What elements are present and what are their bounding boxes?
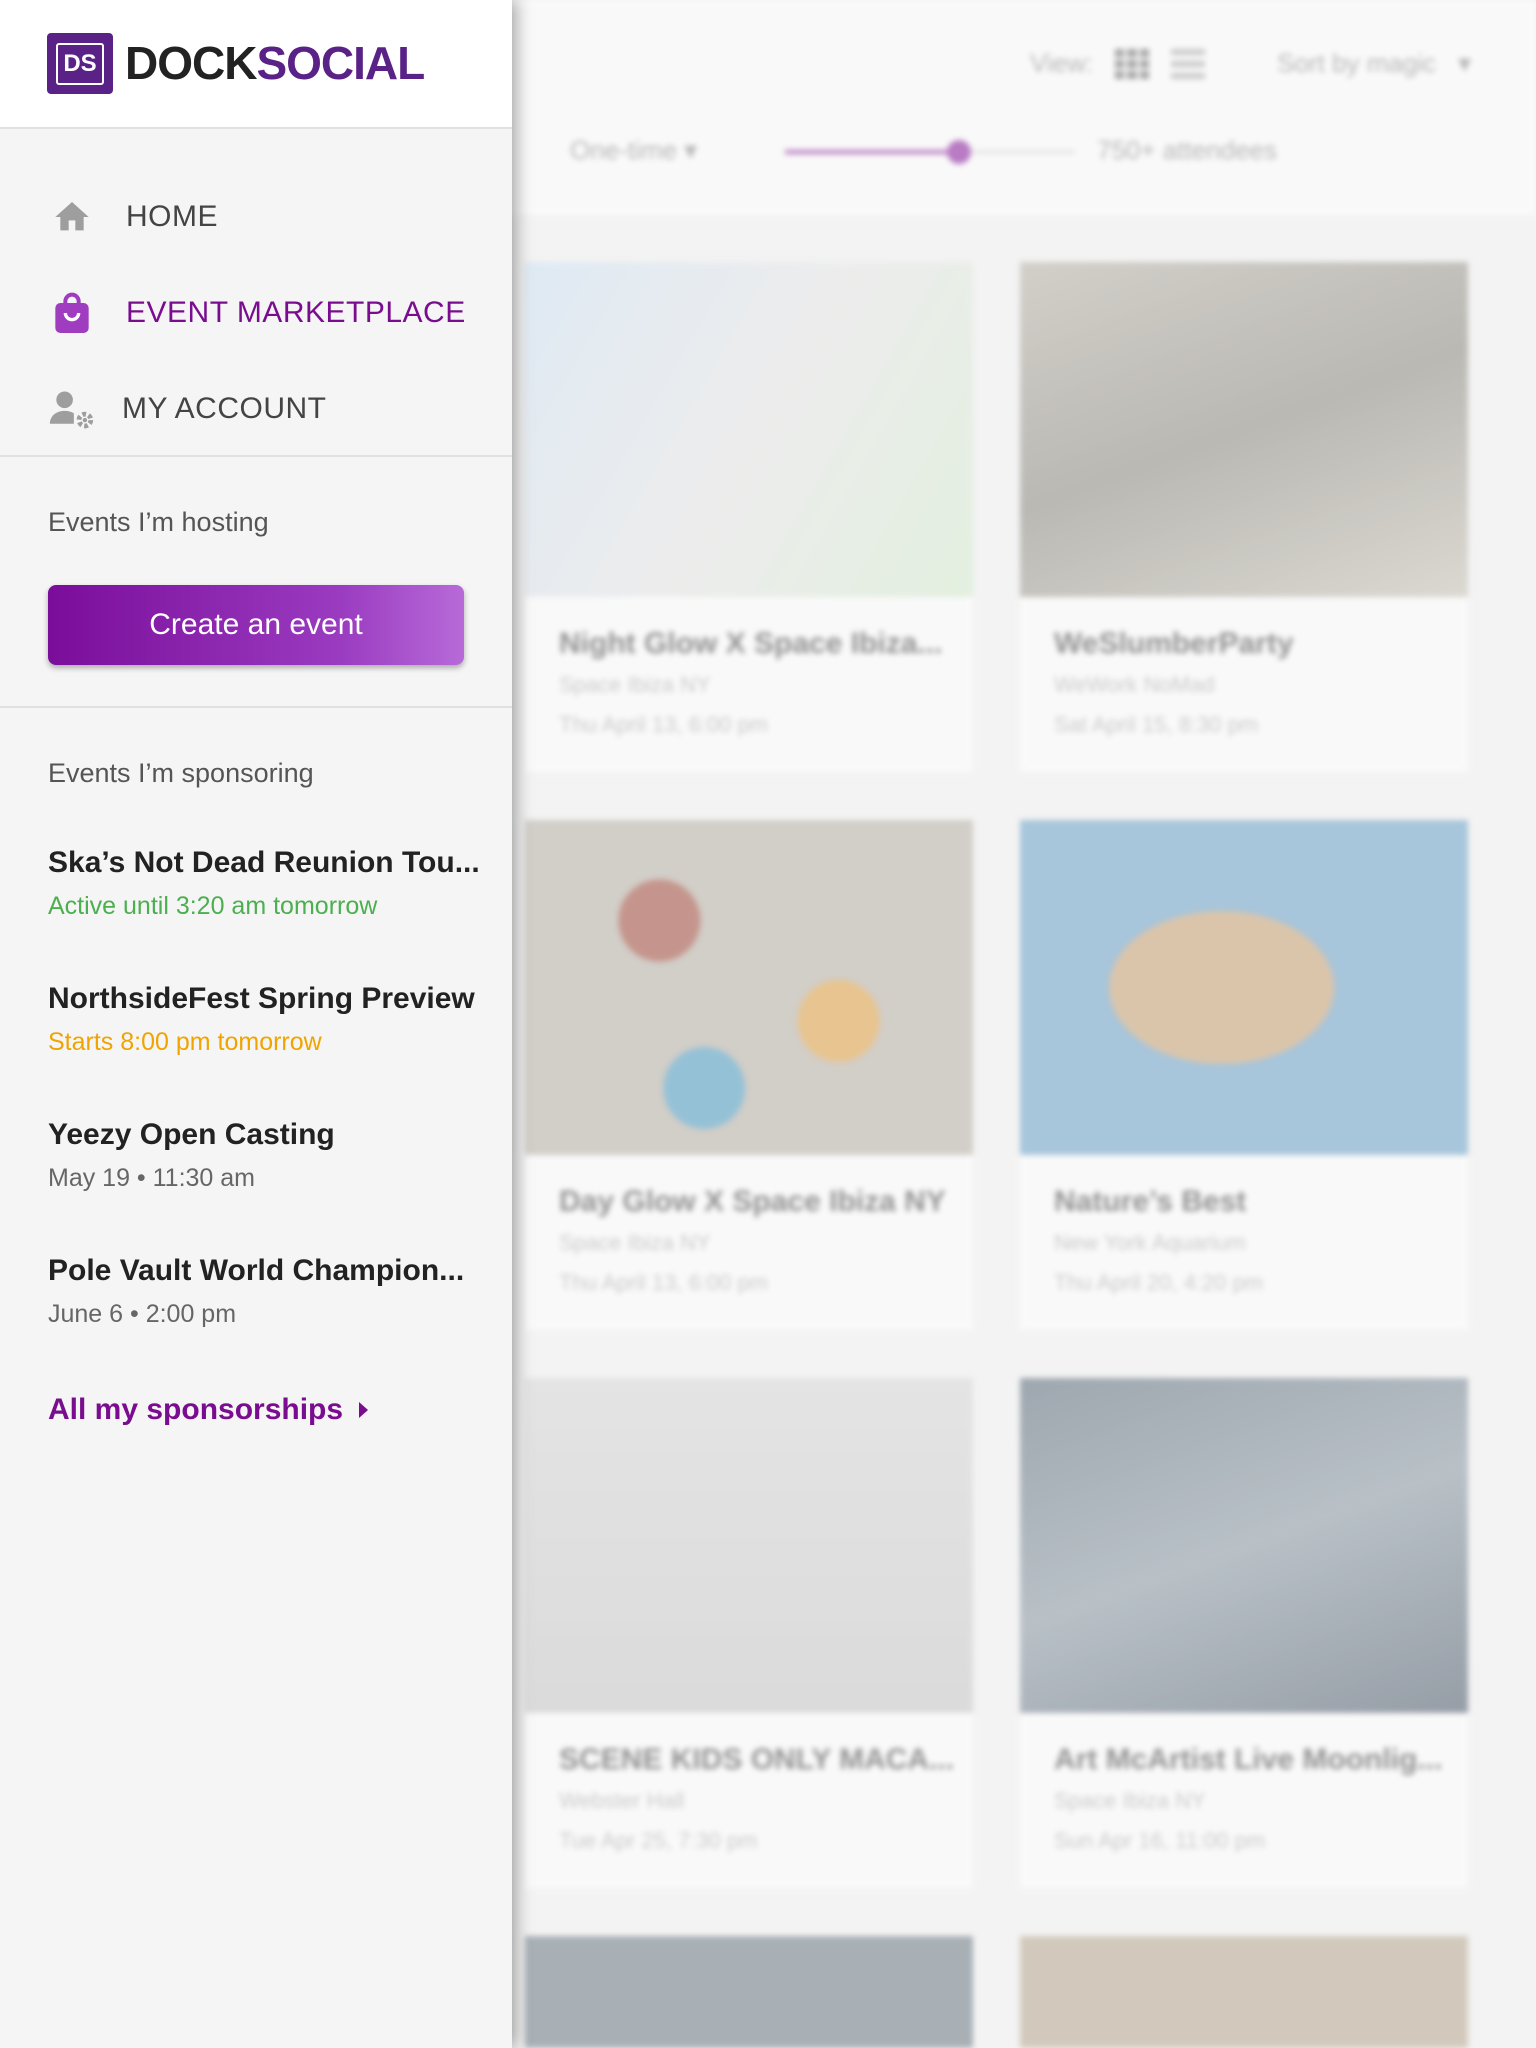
nav-item-home[interactable]: HOME bbox=[0, 169, 512, 265]
sponsored-event-item[interactable]: NorthsideFest Spring Preview Starts 8:00… bbox=[48, 982, 478, 1057]
map-image bbox=[525, 262, 973, 597]
sort-dropdown: Sort by magic bbox=[1277, 48, 1437, 78]
nav-item-my-account[interactable]: MY ACCOUNT bbox=[0, 361, 512, 457]
event-card bbox=[1020, 1936, 1468, 2048]
account-settings-icon bbox=[48, 385, 96, 433]
view-toggle: View: Sort by magic ▾ bbox=[1030, 48, 1471, 79]
attendees-slider bbox=[785, 140, 1075, 164]
nav-item-event-marketplace[interactable]: EVENT MARKETPLACE bbox=[0, 265, 512, 361]
frequency-filter-label: One-time bbox=[570, 135, 677, 165]
shopping-bag-icon bbox=[48, 289, 96, 337]
nav-item-label: MY ACCOUNT bbox=[122, 392, 327, 425]
sponsored-event-name: Pole Vault World Champion... bbox=[48, 1254, 465, 1287]
home-icon bbox=[48, 193, 96, 241]
card-title: SCENE KIDS ONLY MACA... bbox=[559, 1743, 955, 1776]
slider-knob bbox=[947, 140, 971, 164]
card-date: Thu April 20, 4:20 pm bbox=[1054, 1270, 1264, 1295]
slider-fill bbox=[785, 150, 959, 154]
card-venue: Space Ibiza NY bbox=[559, 672, 711, 697]
chevron-down-icon: ▾ bbox=[684, 135, 698, 165]
card-title: Art McArtist Live Moonlig... bbox=[1054, 1743, 1443, 1776]
event-card: Night Glow X Space Ibiza... Space Ibiza … bbox=[525, 262, 973, 772]
card-title: Nature’s Best bbox=[1054, 1185, 1247, 1218]
card-title: Day Glow X Space Ibiza NY bbox=[559, 1185, 946, 1218]
brand-name-social: SOCIAL bbox=[256, 37, 425, 89]
card-venue: WeWork NoMad bbox=[1054, 672, 1215, 697]
event-card: Nature’s Best New York Aquarium Thu Apri… bbox=[1020, 820, 1468, 1330]
sponsored-event-name: Ska’s Not Dead Reunion Tou... bbox=[48, 846, 478, 879]
create-event-button[interactable]: Create an event bbox=[48, 585, 464, 665]
sponsored-event-status: Active until 3:20 am tomorrow bbox=[48, 892, 378, 920]
hosting-section: Events I’m hosting Create an event bbox=[0, 457, 512, 708]
card-title: WeSlumberParty bbox=[1054, 627, 1294, 660]
event-card: Day Glow X Space Ibiza NY Space Ibiza NY… bbox=[525, 820, 973, 1330]
card-venue: Webster Hall bbox=[559, 1788, 685, 1813]
hosting-section-label: Events I’m hosting bbox=[48, 507, 269, 537]
logo-mark-text: DS bbox=[56, 42, 104, 85]
sponsored-event-status: Starts 8:00 pm tomorrow bbox=[48, 1028, 322, 1056]
chevron-right-icon bbox=[359, 1402, 369, 1418]
event-photo bbox=[1020, 262, 1468, 597]
event-photo bbox=[525, 1936, 973, 2048]
sponsored-event-item[interactable]: Yeezy Open Casting May 19 • 11:30 am bbox=[48, 1118, 478, 1193]
event-card: WeSlumberParty WeWork NoMad Sat April 15… bbox=[1020, 262, 1468, 772]
main-nav: HOME EVENT MARKETPLACE MY ACCOUNT bbox=[0, 129, 512, 457]
sponsored-event-name: NorthsideFest Spring Preview bbox=[48, 982, 475, 1015]
brand-name-dock: DOCK bbox=[125, 37, 257, 89]
sponsored-event-status: May 19 • 11:30 am bbox=[48, 1164, 256, 1192]
event-card bbox=[525, 1936, 973, 2048]
card-venue: Space Ibiza NY bbox=[559, 1230, 711, 1255]
brand-logo-text[interactable]: DOCKSOCIAL bbox=[125, 36, 425, 90]
card-date: Sun Apr 16, 11:00 pm bbox=[1054, 1828, 1266, 1853]
nav-item-label: EVENT MARKETPLACE bbox=[126, 296, 466, 329]
card-venue: Space Ibiza NY bbox=[1054, 1788, 1206, 1813]
all-sponsorships-label: All my sponsorships bbox=[48, 1393, 344, 1426]
event-photo bbox=[525, 820, 973, 1155]
sponsored-event-item[interactable]: Ska’s Not Dead Reunion Tou... Active unt… bbox=[48, 846, 478, 921]
sponsored-event-status: June 6 • 2:00 pm bbox=[48, 1300, 237, 1328]
event-photo bbox=[1020, 1936, 1468, 2048]
sponsored-event-name: Yeezy Open Casting bbox=[48, 1118, 335, 1151]
navigation-drawer: DS DOCKSOCIAL HOME EVENT MARKETPLACE MY … bbox=[0, 0, 512, 2048]
event-card: SCENE KIDS ONLY MACA... Webster Hall Tue… bbox=[525, 1378, 973, 1888]
grid-view-icon bbox=[1115, 48, 1150, 79]
view-label: View: bbox=[1030, 48, 1094, 78]
sponsored-event-item[interactable]: Pole Vault World Champion... June 6 • 2:… bbox=[48, 1254, 478, 1329]
frequency-filter: One-time ▾ bbox=[570, 135, 697, 166]
card-venue: New York Aquarium bbox=[1054, 1230, 1246, 1255]
event-photo bbox=[525, 1378, 973, 1713]
brand-header: DS DOCKSOCIAL bbox=[0, 0, 512, 129]
event-card: Art McArtist Live Moonlig... Space Ibiza… bbox=[1020, 1378, 1468, 1888]
nav-item-label: HOME bbox=[126, 200, 218, 233]
event-photo bbox=[1020, 1378, 1468, 1713]
all-sponsorships-link[interactable]: All my sponsorships bbox=[48, 1393, 369, 1427]
event-photo bbox=[1020, 820, 1468, 1155]
card-date: Tue Apr 25, 7:30 pm bbox=[559, 1828, 758, 1853]
attendees-label: 750+ attendees bbox=[1097, 135, 1277, 165]
list-view-icon bbox=[1171, 48, 1206, 79]
card-date: Thu April 13, 6:00 pm bbox=[559, 712, 769, 737]
brand-logo-mark[interactable]: DS bbox=[47, 33, 113, 94]
card-date: Thu April 13, 6:00 pm bbox=[559, 1270, 769, 1295]
chevron-down-icon: ▾ bbox=[1458, 48, 1472, 78]
card-date: Sat April 15, 8:30 pm bbox=[1054, 712, 1259, 737]
card-title: Night Glow X Space Ibiza... bbox=[559, 627, 943, 660]
sponsoring-section-label: Events I’m sponsoring bbox=[48, 758, 314, 788]
